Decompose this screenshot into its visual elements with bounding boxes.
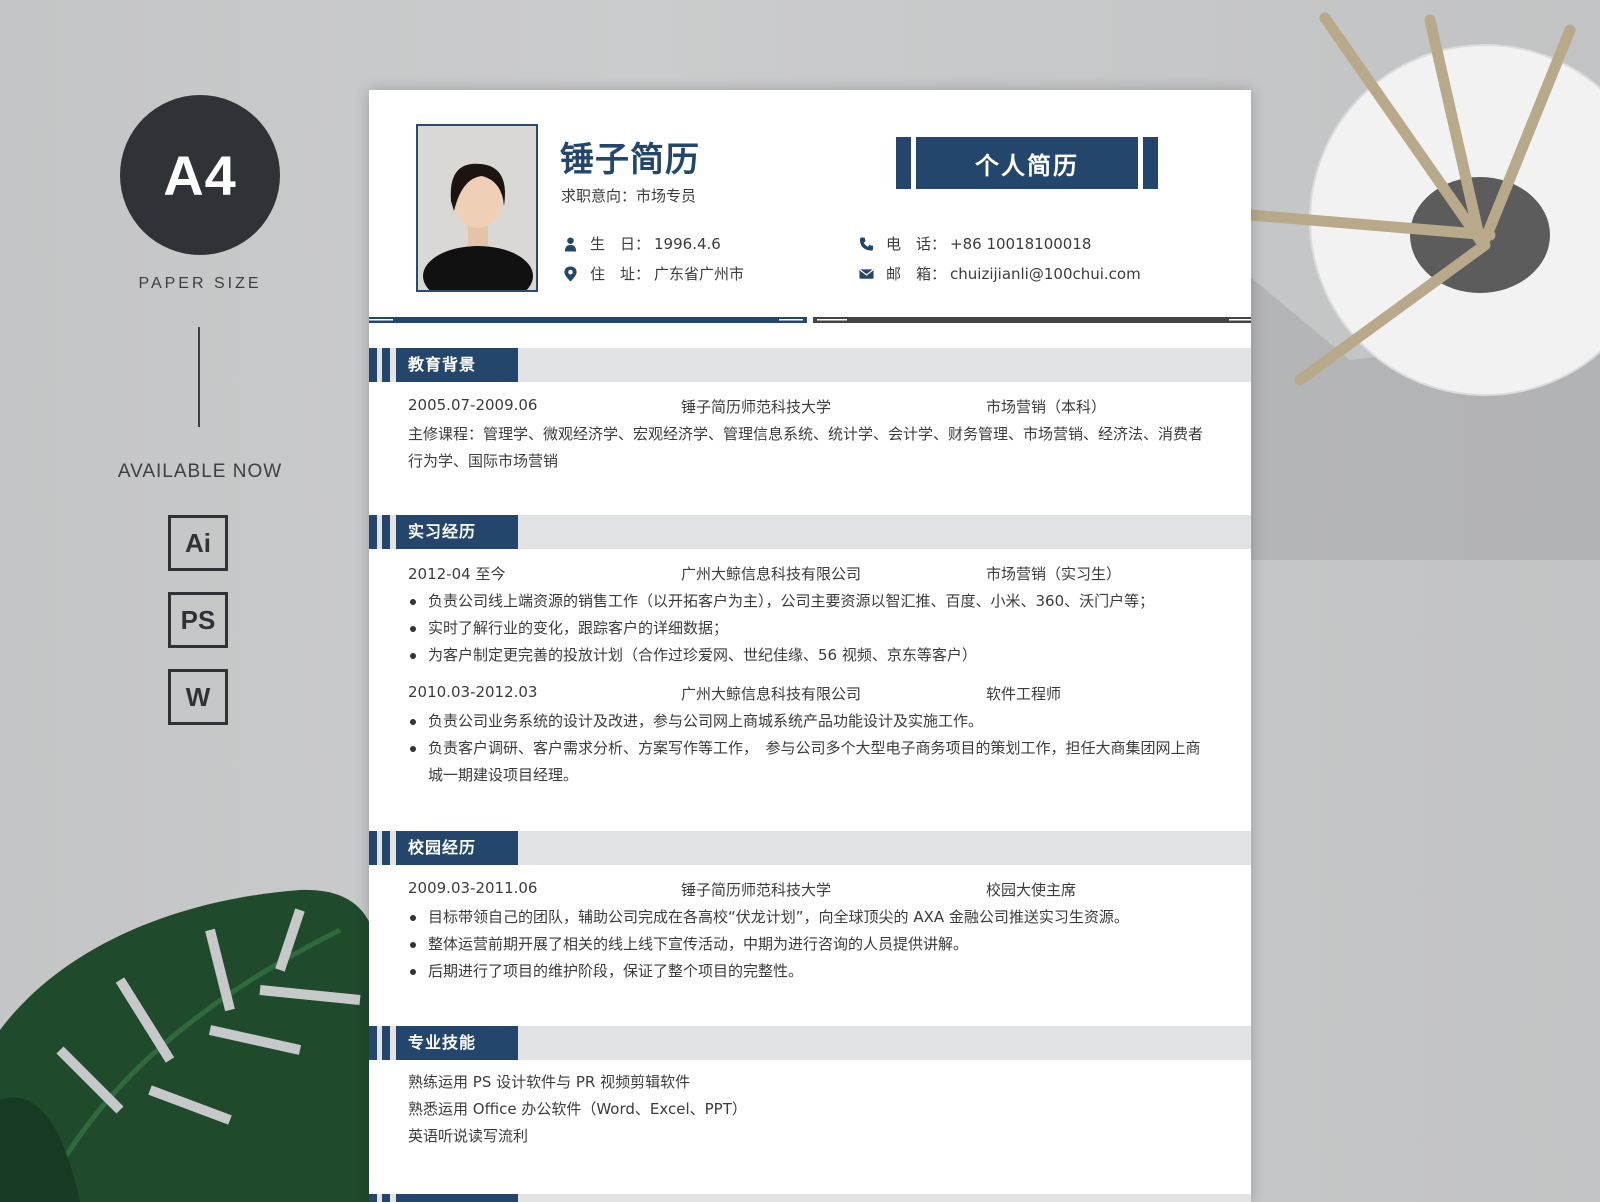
header-divider (369, 317, 1251, 323)
section-next-header (369, 1194, 1251, 1202)
education-entry: 2005.07-2009.06 锤子简历师范科技大学 市场营销（本科） (408, 396, 1208, 420)
entry-role: 市场营销（实习生） (986, 565, 1122, 583)
bullet-item: 负责公司线上端资源的销售工作（以开拓客户为主），公司主要资源以智汇推、百度、小米… (408, 588, 1213, 615)
available-now-label: AVAILABLE NOW (117, 461, 283, 482)
entry-org: 广州大鲸信息科技有限公司 (681, 685, 862, 703)
section-education-title: 教育背景 (396, 348, 518, 382)
skill-line: 熟悉运用 Office 办公软件（Word、Excel、PPT） (408, 1100, 747, 1118)
bullet-item: 后期进行了项目的维护阶段，保证了整个项目的完整性。 (408, 958, 1213, 985)
paper-size-label: PAPER SIZE (138, 275, 262, 292)
resume-page: 锤子简历 求职意向：市场专员 个人简历 生 日： 1996.4.6 住 址： 广… (369, 90, 1251, 1202)
bullet-item: 负责客户调研、客户需求分析、方案写作等工作， 参与公司多个大型电子商务项目的策划… (408, 735, 1213, 789)
info-birth-label: 生 日： (590, 235, 651, 253)
info-email-value: chuizijianli@100chui.com (950, 264, 1141, 283)
section-education-header: 教育背景 (369, 348, 1251, 382)
entry-org: 锤子简历师范科技大学 (681, 398, 832, 416)
info-address-value: 广东省广州市 (654, 265, 745, 283)
section-bar (382, 515, 390, 549)
entry-role: 软件工程师 (986, 685, 1062, 703)
format-ps-badge: PS (168, 592, 228, 648)
info-phone: 电 话： +86 10018100018 (859, 233, 1091, 254)
job-intent: 求职意向：市场专员 (561, 187, 697, 205)
bullet-item: 整体运营前期开展了相关的线上线下宣传活动，中期为进行咨询的人员提供讲解。 (408, 931, 1213, 958)
section-bar (382, 1194, 390, 1202)
info-phone-value: +86 10018100018 (950, 234, 1092, 253)
skill-line: 熟练运用 PS 设计软件与 PR 视频剪辑软件 (408, 1073, 691, 1091)
format-word-badge: W (168, 669, 228, 725)
info-birth-value: 1996.4.6 (654, 234, 721, 253)
campus-bullets: 目标带领自己的团队，辅助公司完成在各高校“伏龙计划”，向全球顶尖的 AXA 金融… (408, 904, 1213, 985)
entry-role: 校园大使主席 (986, 881, 1077, 899)
title-box-right-bar (1143, 137, 1158, 189)
title-box-left-bar (896, 137, 911, 189)
info-email-label: 邮 箱： (886, 265, 947, 283)
a4-badge: A4 (120, 95, 280, 255)
internship-entry: 2010.03-2012.03 广州大鲸信息科技有限公司 软件工程师 (408, 683, 1208, 707)
section-bar (369, 348, 377, 382)
internship-bullets: 负责公司业务系统的设计及改进，参与公司网上商城系统产品功能设计及实施工作。 负责… (408, 708, 1213, 789)
section-campus-header: 校园经历 (369, 831, 1251, 865)
entry-date: 2012-04 至今 (408, 565, 506, 583)
phone-icon (859, 236, 874, 251)
info-phone-label: 电 话： (886, 235, 947, 253)
section-internship-header: 实习经历 (369, 515, 1251, 549)
bullet-item: 负责公司业务系统的设计及改进，参与公司网上商城系统产品功能设计及实施工作。 (408, 708, 1213, 735)
section-campus-title: 校园经历 (396, 831, 518, 865)
info-birth: 生 日： 1996.4.6 (563, 233, 721, 254)
info-address: 住 址： 广东省广州市 (563, 263, 744, 284)
section-bar (382, 1026, 390, 1060)
candidate-name: 锤子简历 (560, 140, 700, 180)
entry-date: 2009.03-2011.06 (408, 879, 538, 897)
entry-org: 广州大鲸信息科技有限公司 (681, 565, 862, 583)
info-email: 邮 箱： chuizijianli@100chui.com (859, 263, 1141, 284)
entry-date: 2005.07-2009.06 (408, 396, 538, 414)
person-icon (564, 236, 577, 251)
vase-sticks-image (1230, 12, 1600, 560)
resume-title-box: 个人简历 (896, 137, 1158, 189)
education-courses: 主修课程：管理学、微观经济学、宏观经济学、管理信息系统、统计学、会计学、财务管理… (408, 425, 1204, 470)
section-bar (369, 1026, 377, 1060)
bullet-item: 目标带领自己的团队，辅助公司完成在各高校“伏龙计划”，向全球顶尖的 AXA 金融… (408, 904, 1213, 931)
resume-title: 个人简历 (916, 137, 1138, 189)
bullet-item: 为客户制定更完善的投放计划（合作过珍爱网、世纪佳缘、56 视频、京东等客户） (408, 642, 1213, 669)
format-ai-badge: Ai (168, 515, 228, 571)
entry-role: 市场营销（本科） (986, 398, 1107, 416)
monstera-leaf-image (0, 889, 380, 1202)
campus-entry: 2009.03-2011.06 锤子简历师范科技大学 校园大使主席 (408, 879, 1208, 903)
info-address-label: 住 址： (590, 265, 651, 283)
entry-org: 锤子简历师范科技大学 (681, 881, 832, 899)
section-internship-title: 实习经历 (396, 515, 518, 549)
section-bar (382, 348, 390, 382)
section-skills-title: 专业技能 (396, 1026, 518, 1060)
skills-list: 熟练运用 PS 设计软件与 PR 视频剪辑软件 熟悉运用 Office 办公软件… (408, 1069, 1213, 1150)
profile-photo (416, 124, 538, 292)
section-bar (369, 515, 377, 549)
section-bar (382, 831, 390, 865)
vertical-divider (198, 327, 200, 427)
bullet-item: 实时了解行业的变化，跟踪客户的详细数据； (408, 615, 1213, 642)
section-skills-header: 专业技能 (369, 1026, 1251, 1060)
internship-entry: 2012-04 至今 广州大鲸信息科技有限公司 市场营销（实习生） (408, 563, 1208, 587)
envelope-icon (859, 268, 874, 279)
skill-line: 英语听说读写流利 (408, 1127, 529, 1145)
section-bar (369, 1194, 377, 1202)
section-bar (369, 831, 377, 865)
location-pin-icon (564, 266, 577, 281)
entry-date: 2010.03-2012.03 (408, 683, 538, 701)
section-next-title-bar (396, 1194, 518, 1202)
internship-bullets: 负责公司线上端资源的销售工作（以开拓客户为主），公司主要资源以智汇推、百度、小米… (408, 588, 1213, 669)
